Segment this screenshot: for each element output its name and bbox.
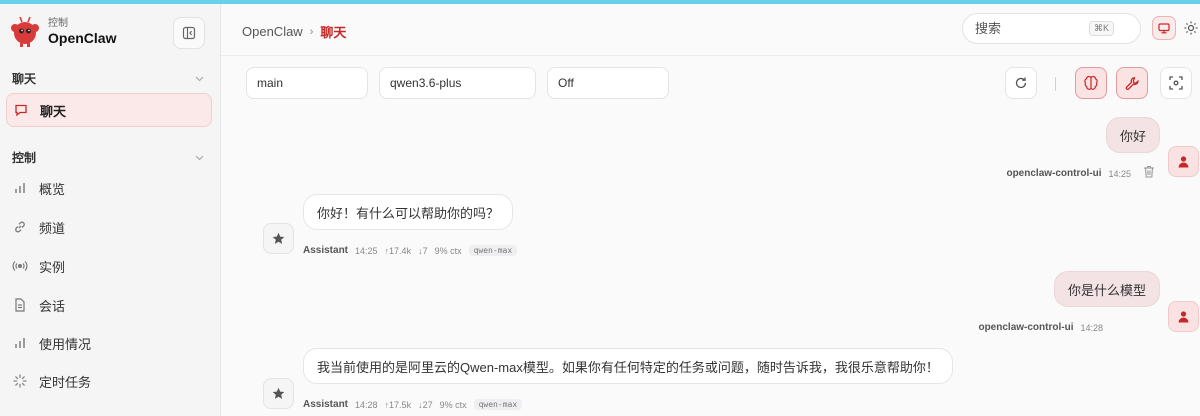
bar-chart-icon [12, 180, 28, 196]
breadcrumb: OpenClaw › 聊天 [242, 22, 346, 41]
sidebar-item-chat[interactable]: 聊天 [6, 93, 212, 127]
search-shortcut-badge: ⌘K [1089, 21, 1115, 36]
context-usage: 9% ctx [439, 399, 467, 410]
user-message-bubble: 你好 [1105, 117, 1160, 153]
tools-toggle-button[interactable] [1116, 67, 1148, 99]
sidebar-item-cron-jobs[interactable]: 定时任务 [6, 364, 212, 398]
search-box[interactable]: ⌘K [962, 13, 1141, 44]
sender-name: Assistant [303, 399, 349, 410]
sender-name: Assistant [303, 245, 349, 256]
sidebar-item-sessions[interactable]: 会话 [6, 288, 212, 322]
sidebar-item-label: 定时任务 [39, 374, 92, 390]
user-message-meta: openclaw-control-ui 14:25 [1006, 168, 1131, 179]
sidebar-item-label: 会话 [39, 298, 66, 314]
document-icon [12, 297, 28, 313]
model-tag: qwen-max [473, 399, 523, 410]
sidebar: 控制 OpenClaw 聊天 聊天 控制 概览 频道 实例 会话 使用情况 定时… [0, 4, 221, 416]
sun-icon [1184, 21, 1198, 35]
section-title: 控制 [12, 151, 37, 165]
thinking-toggle-button[interactable] [1075, 67, 1107, 99]
star-icon [272, 387, 285, 399]
sender-name: openclaw-control-ui [978, 322, 1074, 333]
star-icon [272, 232, 285, 244]
assistant-message-meta: Assistant 14:25 ↑17.4k ↓7 9% ctx qwen-ma… [303, 245, 518, 256]
focus-icon [1169, 76, 1183, 90]
user-message-bubble: 你是什么模型 [1053, 271, 1160, 307]
tokens-out: ↓7 [418, 245, 428, 256]
loader-icon [12, 373, 28, 389]
sidebar-toggle-icon [182, 26, 196, 40]
brand[interactable]: 控制 OpenClaw [10, 16, 116, 48]
brain-icon [1084, 75, 1098, 90]
sidebar-item-label: 频道 [39, 220, 66, 236]
model-select[interactable]: qwen3.6-plus [379, 67, 536, 99]
openclaw-logo-icon [10, 16, 40, 48]
sidebar-item-overview[interactable]: 概览 [6, 171, 212, 205]
thinking-select[interactable]: Off [547, 67, 669, 99]
wrench-icon [1125, 76, 1139, 90]
message-time: 14:28 [355, 399, 378, 410]
breadcrumb-root[interactable]: OpenClaw [242, 24, 303, 39]
brand-subtitle: 控制 [48, 18, 68, 29]
sidebar-item-label: 概览 [39, 181, 66, 197]
section-header-chat[interactable]: 聊天 [12, 70, 204, 87]
user-message-meta: openclaw-control-ui 14:28 [978, 322, 1103, 333]
sidebar-item-label: 聊天 [40, 103, 67, 119]
assistant-message-bubble: 我当前使用的是阿里云的Qwen-max模型。如果你有任何特定的任务或问题，随时告… [303, 348, 953, 384]
bar-chart-icon [12, 335, 28, 351]
focus-mode-button[interactable] [1160, 67, 1192, 99]
refresh-icon [1015, 77, 1027, 89]
breadcrumb-current: 聊天 [320, 25, 347, 40]
model-tag: qwen-max [468, 245, 518, 256]
tokens-in: ↑17.5k [384, 399, 412, 410]
monitor-mode-button[interactable] [1152, 16, 1176, 40]
delete-message-icon[interactable] [1143, 165, 1155, 178]
chevron-down-icon [195, 155, 204, 160]
toolbar-divider [1055, 77, 1056, 91]
assistant-avatar [263, 223, 294, 254]
top-header: OpenClaw › 聊天 ⌘K [221, 4, 1200, 56]
section-title: 聊天 [12, 72, 37, 86]
assistant-message-bubble: 你好！有什么可以帮助你的吗？ [303, 194, 514, 230]
section-header-control[interactable]: 控制 [12, 149, 204, 166]
assistant-message-meta: Assistant 14:28 ↑17.5k ↓27 9% ctx qwen-m… [303, 399, 523, 410]
user-icon [1178, 311, 1189, 323]
sidebar-item-label: 实例 [39, 259, 66, 275]
sidebar-item-label: 使用情况 [39, 336, 92, 352]
tokens-in: ↑17.4k [384, 245, 412, 256]
refresh-button[interactable] [1005, 67, 1037, 99]
collapse-sidebar-button[interactable] [173, 17, 205, 49]
monitor-icon [1158, 22, 1170, 33]
theme-toggle-button[interactable] [1182, 18, 1200, 38]
breadcrumb-separator: › [309, 25, 314, 38]
session-select[interactable]: main [246, 67, 368, 99]
message-time: 14:28 [1080, 322, 1103, 333]
user-avatar [1168, 146, 1199, 177]
sidebar-item-instances[interactable]: 实例 [6, 249, 212, 283]
search-input[interactable] [975, 21, 1085, 36]
assistant-avatar [263, 378, 294, 409]
user-avatar [1168, 301, 1199, 332]
brand-name: OpenClaw [48, 30, 117, 46]
chevron-down-icon [195, 76, 204, 81]
link-icon [12, 219, 28, 235]
tokens-out: ↓27 [418, 399, 433, 410]
user-icon [1178, 156, 1189, 168]
sidebar-item-channels[interactable]: 频道 [6, 210, 212, 244]
chat-bubble-icon [13, 102, 29, 118]
sender-name: openclaw-control-ui [1006, 168, 1102, 179]
message-time: 14:25 [355, 245, 378, 256]
sidebar-item-usage[interactable]: 使用情况 [6, 326, 212, 360]
radio-waves-icon [12, 258, 28, 274]
message-time: 14:25 [1108, 168, 1131, 179]
context-usage: 9% ctx [434, 245, 462, 256]
